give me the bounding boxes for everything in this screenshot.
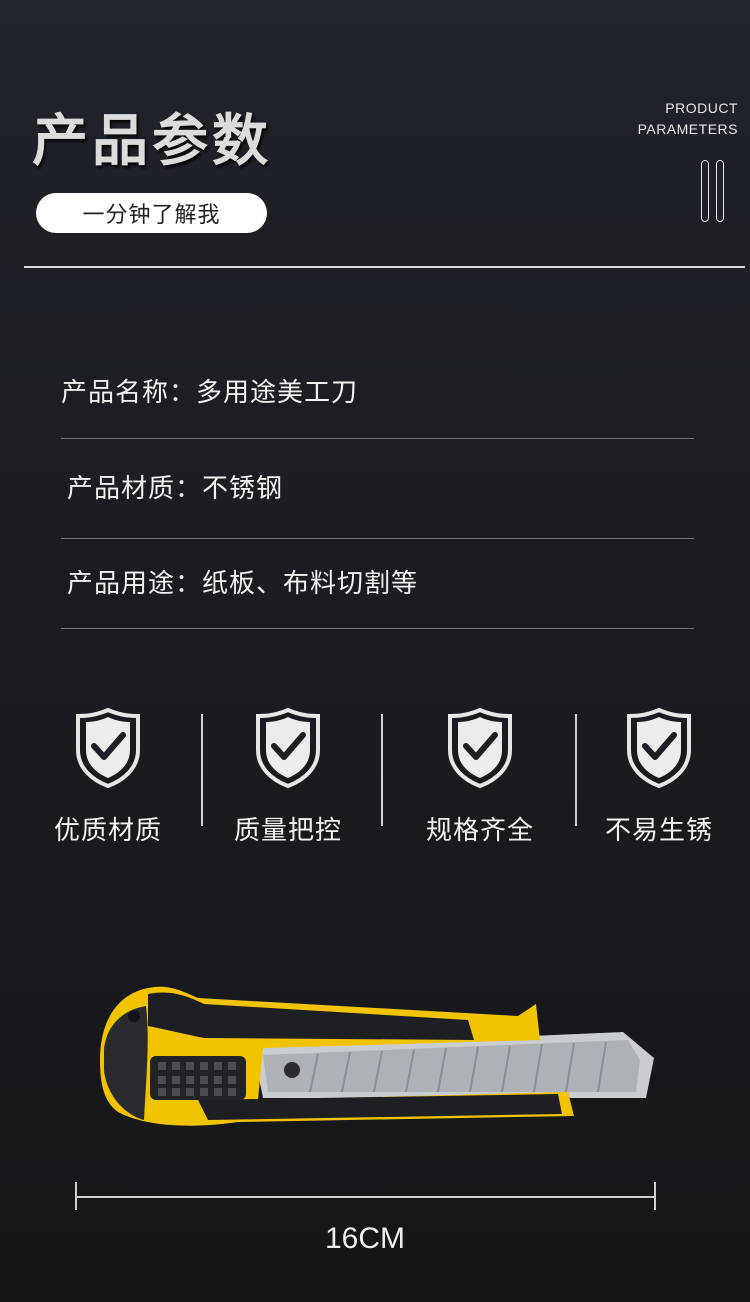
dimension-tick-right: [654, 1182, 656, 1210]
product-parameters-page: 产品参数 一分钟了解我 PRODUCT PARAMETERS 产品名称：多用途美…: [0, 0, 750, 1302]
param-product-name: 产品名称：多用途美工刀: [61, 378, 359, 408]
feature-divider: [381, 714, 383, 826]
param-divider: [61, 628, 694, 629]
feature-item: 规格齐全: [390, 700, 570, 847]
shield-check-icon: [627, 707, 691, 789]
feature-item: 不易生锈: [569, 700, 749, 847]
feature-label: 质量把控: [233, 816, 342, 846]
decorative-bars-icon: [701, 160, 724, 222]
shield-check-icon: [256, 707, 320, 789]
param-divider: [61, 538, 694, 539]
dimension-label: 16CM: [324, 1222, 406, 1255]
feature-label: 不易生锈: [604, 816, 713, 846]
feature-item: 质量把控: [198, 700, 378, 847]
shield-check-icon: [76, 707, 140, 789]
feature-item: 优质材质: [18, 700, 198, 847]
utility-knife-image: [100, 986, 654, 1126]
header-divider: [24, 266, 745, 268]
subtitle-pill: 一分钟了解我: [36, 193, 267, 233]
english-heading-line2: PARAMETERS: [637, 121, 738, 137]
param-usage: 产品用途：纸板、布料切割等: [67, 569, 419, 599]
dimension-line: [76, 1196, 656, 1198]
param-divider: [61, 438, 694, 439]
page-title: 产品参数: [32, 109, 272, 174]
shield-check-icon: [448, 707, 512, 789]
feature-label: 规格齐全: [425, 816, 534, 846]
english-heading: PRODUCT PARAMETERS: [638, 98, 738, 140]
param-material: 产品材质：不锈钢: [67, 474, 284, 504]
feature-label: 优质材质: [53, 816, 162, 846]
feature-list: 优质材质 质量把控 规格齐全 不易生锈: [0, 700, 750, 860]
english-heading-line1: PRODUCT: [665, 100, 738, 116]
